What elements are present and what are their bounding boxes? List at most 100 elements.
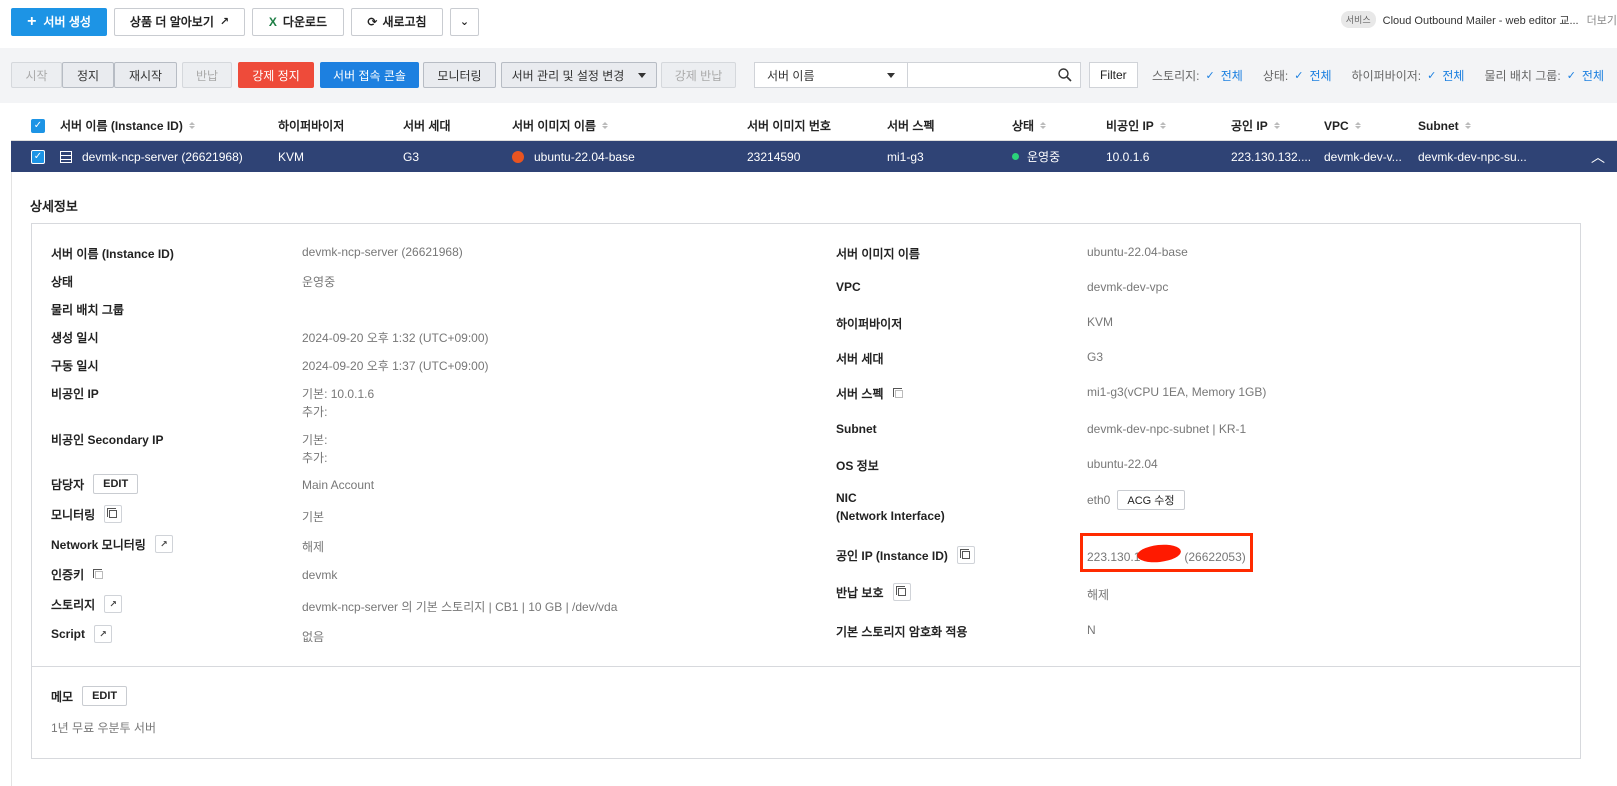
search-field-select[interactable]: 서버 이름: [754, 62, 908, 88]
col-vpc[interactable]: VPC: [1324, 111, 1361, 140]
copy-icon[interactable]: [892, 583, 911, 601]
owner-edit-button[interactable]: EDIT: [93, 474, 139, 494]
col-private-ip[interactable]: 비공인 IP: [1106, 111, 1166, 140]
label-subnet: Subnet: [836, 422, 877, 436]
col-server-name[interactable]: 서버 이름 (Instance ID): [60, 111, 195, 140]
filter-hypervisor[interactable]: 하이퍼바이저: ✓ 전체: [1352, 67, 1465, 84]
label-nic: NIC: [836, 491, 857, 505]
copy-icon[interactable]: [104, 505, 123, 523]
more-link[interactable]: 더보기: [1587, 12, 1617, 28]
col-spec[interactable]: 서버 스펙: [887, 111, 935, 140]
row-checkbox[interactable]: ✓: [31, 149, 45, 164]
acg-edit-button[interactable]: ACG 수정: [1117, 490, 1185, 510]
force-stop-button[interactable]: 강제 정지: [238, 62, 314, 88]
value-encrypt: N: [1087, 623, 1096, 637]
col-image-no[interactable]: 서버 이미지 번호: [747, 111, 831, 140]
col-subnet[interactable]: Subnet: [1418, 111, 1471, 140]
label-status: 상태: [51, 275, 74, 289]
copy-icon[interactable]: [892, 387, 906, 401]
col-generation[interactable]: 서버 세대: [403, 111, 451, 140]
chevron-down-icon: ⌄: [459, 16, 470, 28]
filter-summary: 스토리지: ✓ 전체 상태: ✓ 전체 하이퍼바이저: ✓ 전체 물리 배치 그룹: ✓ 전체: [1130, 62, 1617, 88]
value-nic: eth0 ACG 수정: [1087, 490, 1185, 510]
label-generation: 서버 세대: [836, 352, 884, 366]
stop-button[interactable]: 정지: [62, 62, 114, 88]
table-row[interactable]: ✓ devmk-ncp-server (26621968) KVM G3 ubu…: [11, 141, 1617, 172]
service-name[interactable]: Cloud Outbound Mailer - web editor 교...: [1383, 12, 1579, 28]
value-image-name: ubuntu-22.04-base: [1087, 245, 1188, 259]
value-status: 운영중: [302, 275, 336, 289]
label-nic-sub: (Network Interface): [836, 509, 945, 523]
copy-icon[interactable]: [92, 568, 106, 582]
label-script: Script ↗: [51, 625, 113, 643]
label-os: OS 정보: [836, 459, 879, 473]
label-placement-group: 물리 배치 그룹: [51, 303, 124, 317]
value-subnet: devmk-dev-npc-subnet | KR-1: [1087, 422, 1247, 436]
value-private-ip-main: 기본: 10.0.1.6: [302, 387, 375, 401]
value-memo: 1년 무료 우분투 서버: [51, 721, 156, 735]
excel-icon: X: [268, 14, 277, 29]
label-owner: 담당자 EDIT: [51, 474, 139, 494]
value-started: 2024-09-20 오후 1:37 (UTC+09:00): [302, 359, 489, 373]
value-spec: mi1-g3(vCPU 1EA, Memory 1GB): [1087, 385, 1267, 399]
restart-button[interactable]: 재시작: [114, 62, 177, 88]
detail-title: 상세정보: [30, 199, 78, 214]
server-console-button[interactable]: 서버 접속 콘솔: [320, 62, 419, 88]
return-button[interactable]: 반납: [182, 62, 232, 88]
memo-divider: [31, 666, 1581, 667]
create-server-button[interactable]: + 서버 생성: [11, 7, 107, 36]
ubuntu-icon: [512, 150, 524, 163]
copy-icon[interactable]: [956, 546, 975, 564]
chevron-up-icon[interactable]: ︿: [1591, 147, 1605, 167]
value-return-protect: 해제: [1087, 588, 1110, 602]
col-status[interactable]: 상태: [1012, 111, 1047, 140]
caret-down-icon: [638, 72, 647, 78]
col-image-name[interactable]: 서버 이미지 이름: [512, 111, 608, 140]
table-header: ✓ 서버 이름 (Instance ID) 하이퍼바이저 서버 세대 서버 이미…: [11, 111, 1617, 141]
search-input[interactable]: [908, 62, 1081, 88]
start-button[interactable]: 시작: [11, 62, 62, 88]
filter-storage[interactable]: 스토리지: ✓ 전체: [1152, 67, 1243, 84]
value-os: ubuntu-22.04: [1087, 457, 1158, 471]
monitoring-button[interactable]: 모니터링: [423, 62, 496, 88]
server-manage-dropdown[interactable]: 서버 관리 및 설정 변경: [501, 62, 657, 88]
sort-icon: [188, 122, 195, 129]
value-script: 없음: [302, 630, 325, 644]
value-secondary-main: 기본:: [302, 433, 328, 447]
plus-icon: +: [27, 12, 37, 30]
external-link-icon[interactable]: ↗: [154, 535, 173, 553]
external-link-icon[interactable]: ↗: [104, 595, 123, 613]
label-network-monitoring: Network 모니터링 ↗: [51, 535, 173, 553]
sort-icon: [1040, 122, 1047, 129]
value-server-name: devmk-ncp-server (26621968): [302, 245, 463, 259]
download-button[interactable]: X 다운로드: [252, 7, 344, 36]
refresh-icon: ⟳: [367, 14, 378, 29]
col-hypervisor[interactable]: 하이퍼바이저: [278, 111, 344, 140]
check-icon: ✓: [1294, 69, 1304, 82]
value-created: 2024-09-20 오후 1:32 (UTC+09:00): [302, 331, 489, 345]
learn-more-button[interactable]: 상품 더 알아보기 ↗: [114, 7, 245, 36]
filter-status[interactable]: 상태: ✓ 전체: [1263, 67, 1332, 84]
external-link-icon[interactable]: ↗: [94, 625, 113, 643]
more-dropdown-button[interactable]: ⌄: [450, 7, 479, 36]
select-all-checkbox[interactable]: ✓: [31, 118, 45, 133]
label-started: 구동 일시: [51, 359, 99, 373]
memo-edit-button[interactable]: EDIT: [82, 686, 128, 706]
value-owner: Main Account: [302, 478, 375, 492]
refresh-button[interactable]: ⟳ 새로고침: [351, 7, 443, 36]
filter-placement[interactable]: 물리 배치 그룹: ✓ 전체: [1484, 67, 1604, 84]
label-vpc: VPC: [836, 280, 861, 294]
value-monitoring: 기본: [302, 510, 325, 524]
label-secondary-ip: 비공인 Secondary IP: [51, 433, 164, 447]
action-strip: 시작 정지 재시작 반납 강제 정지 서버 접속 콘솔 모니터링 서버 관리 및…: [0, 48, 1617, 103]
label-auth-key: 인증키: [51, 566, 106, 583]
label-encrypt: 기본 스토리지 암호화 적용: [836, 625, 968, 639]
label-public-ip: 공인 IP (Instance ID): [836, 546, 975, 564]
col-public-ip[interactable]: 공인 IP: [1231, 111, 1280, 140]
value-private-ip-extra: 추가:: [302, 405, 328, 419]
server-icon: [60, 150, 72, 163]
search-icon[interactable]: [1058, 68, 1072, 82]
force-return-button[interactable]: 강제 반납: [661, 62, 736, 88]
caret-down-icon: [887, 72, 895, 78]
sort-icon: [1354, 122, 1361, 129]
